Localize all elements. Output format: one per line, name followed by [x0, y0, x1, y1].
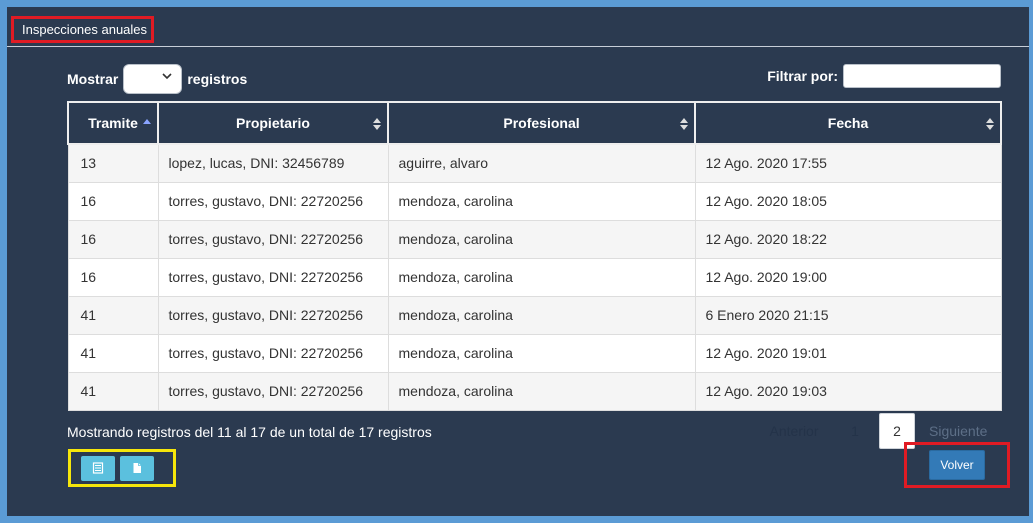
main-panel: Inspecciones anuales Mostrar 10 registro…	[7, 7, 1029, 516]
cell-fecha: 12 Ago. 2020 19:01	[695, 334, 1002, 373]
chevron-down-icon	[162, 73, 172, 80]
pdf-icon	[133, 463, 141, 473]
table-row[interactable]: 16 torres, gustavo, DNI: 22720256 mendoz…	[67, 220, 1002, 259]
cell-profesional: mendoza, carolina	[388, 334, 696, 373]
cell-propietario: torres, gustavo, DNI: 22720256	[158, 182, 389, 221]
length-menu-suffix: registros	[187, 71, 248, 87]
excel-icon	[92, 462, 104, 474]
cell-propietario: torres, gustavo, DNI: 22720256	[158, 220, 389, 259]
length-menu-prefix: Mostrar	[67, 71, 119, 87]
cell-profesional: mendoza, carolina	[388, 220, 696, 259]
cell-propietario: torres, gustavo, DNI: 22720256	[158, 258, 389, 297]
filter-input[interactable]	[843, 64, 1001, 88]
cell-fecha: 12 Ago. 2020 17:55	[695, 144, 1002, 183]
volver-button[interactable]: Volver	[929, 450, 985, 480]
sort-both-icon	[986, 118, 994, 130]
records-per-page-value: 10	[136, 71, 151, 86]
filter: Filtrar por:	[767, 64, 1001, 88]
tab-divider	[7, 46, 1029, 47]
export-excel-button[interactable]	[81, 455, 115, 481]
table-row[interactable]: 41 torres, gustavo, DNI: 22720256 mendoz…	[67, 296, 1002, 335]
sort-asc-icon	[143, 119, 151, 124]
cell-profesional: aguirre, alvaro	[388, 144, 696, 183]
pagination-next[interactable]: Siguiente	[921, 423, 997, 439]
cell-fecha: 12 Ago. 2020 18:05	[695, 182, 1002, 221]
header-propietario-label: Propietario	[236, 115, 310, 131]
pagination-previous[interactable]: Anterior	[751, 423, 837, 439]
table-row[interactable]: 13 lopez, lucas, DNI: 32456789 aguirre, …	[67, 144, 1002, 183]
cell-profesional: mendoza, carolina	[388, 182, 696, 221]
cell-propietario: torres, gustavo, DNI: 22720256	[158, 372, 389, 411]
cell-profesional: mendoza, carolina	[388, 372, 696, 411]
header-fecha[interactable]: Fecha	[694, 101, 1002, 145]
cell-tramite: 41	[67, 296, 159, 335]
sort-both-icon	[373, 118, 381, 130]
header-tramite-label: Tramite	[88, 115, 138, 131]
filter-label: Filtrar por:	[767, 68, 838, 84]
tab-inspecciones-anuales[interactable]: Inspecciones anuales	[11, 16, 154, 43]
header-tramite[interactable]: Tramite	[67, 101, 159, 145]
cell-fecha: 6 Enero 2020 21:15	[695, 296, 1002, 335]
cell-fecha: 12 Ago. 2020 18:22	[695, 220, 1002, 259]
export-buttons	[68, 449, 176, 487]
table-row[interactable]: 16 torres, gustavo, DNI: 22720256 mendoz…	[67, 258, 1002, 297]
table-row[interactable]: 41 torres, gustavo, DNI: 22720256 mendoz…	[67, 372, 1002, 411]
inspections-table: Tramite Propietario Profesional Fecha 13…	[67, 101, 1002, 411]
cell-tramite: 41	[67, 372, 159, 411]
cell-propietario: torres, gustavo, DNI: 22720256	[158, 334, 389, 373]
header-propietario[interactable]: Propietario	[157, 101, 389, 145]
length-menu: Mostrar 10 registros	[67, 64, 247, 94]
volver-highlight: Volver	[904, 442, 1010, 488]
header-fecha-label: Fecha	[827, 115, 869, 131]
header-profesional-label: Profesional	[503, 115, 580, 131]
cell-tramite: 16	[67, 258, 159, 297]
cell-tramite: 16	[67, 220, 159, 259]
cell-propietario: torres, gustavo, DNI: 22720256	[158, 296, 389, 335]
table-row[interactable]: 16 torres, gustavo, DNI: 22720256 mendoz…	[67, 182, 1002, 221]
cell-profesional: mendoza, carolina	[388, 296, 696, 335]
cell-profesional: mendoza, carolina	[388, 258, 696, 297]
cell-tramite: 41	[67, 334, 159, 373]
table-row[interactable]: 41 torres, gustavo, DNI: 22720256 mendoz…	[67, 334, 1002, 373]
records-per-page-select[interactable]: 10	[123, 64, 183, 94]
sort-both-icon	[680, 118, 688, 130]
cell-tramite: 16	[67, 182, 159, 221]
export-pdf-button[interactable]	[120, 455, 154, 481]
cell-fecha: 12 Ago. 2020 19:03	[695, 372, 1002, 411]
cell-propietario: lopez, lucas, DNI: 32456789	[158, 144, 389, 183]
pagination-page-1[interactable]: 1	[837, 423, 873, 439]
cell-tramite: 13	[67, 144, 159, 183]
table-info: Mostrando registros del 11 al 17 de un t…	[67, 424, 432, 440]
cell-fecha: 12 Ago. 2020 19:00	[695, 258, 1002, 297]
header-profesional[interactable]: Profesional	[387, 101, 696, 145]
